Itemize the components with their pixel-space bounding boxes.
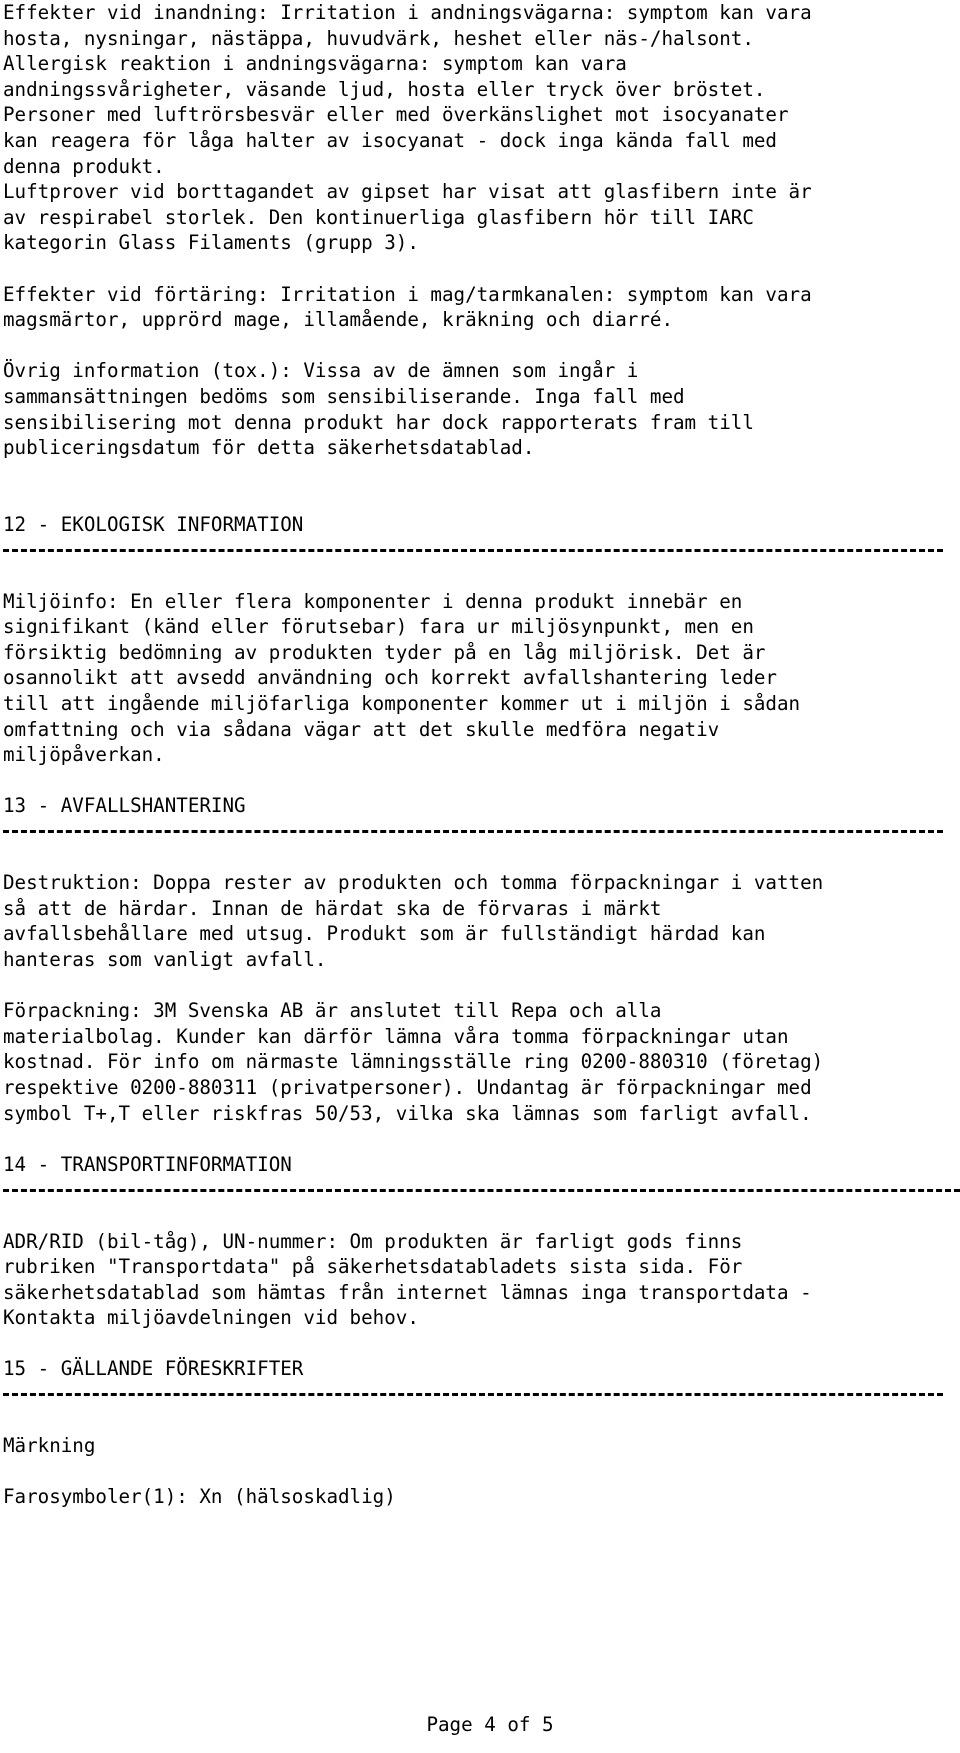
paragraph-line: Kontakta miljöavdelningen vid behov. [3,1306,419,1330]
paragraph-line: säkerhetsdatablad som hämtas från intern… [3,1280,812,1304]
dashed-rule [3,1188,960,1192]
paragraph-line: kostnad. För info om närmaste lämningsst… [3,1050,824,1074]
paragraph-line: sammansättningen bedöms som sensibiliser… [3,384,685,408]
dashed-rule [3,830,943,834]
dashed-rule [3,548,943,552]
paragraph-line: så att de härdar. Innan de härdat ska de… [3,896,662,920]
paragraph-line: avfallsbehållare med utsug. Produkt som … [3,922,766,946]
paragraph-line: Övrig information (tox.): Vissa av de äm… [3,359,639,383]
paragraph-line: symbol T+,T eller riskfras 50/53, vilka … [3,1101,812,1125]
paragraph-line: Personer med luftrörsbesvär eller med öv… [3,103,789,127]
paragraph-line: denna produkt. [3,154,165,178]
paragraph-line: rubriken "Transportdata" på säkerhetsdat… [3,1255,743,1279]
paragraph-line: av respirabel storlek. Den kontinuerliga… [3,205,754,229]
dashed-rule [3,1393,943,1397]
section-heading-13: 13 - AVFALLSHANTERING [3,794,246,818]
paragraph-line: hosta, nysningar, nästäppa, huvudvärk, h… [3,26,754,50]
paragraph-line: publiceringsdatum för detta säkerhetsdat… [3,436,535,460]
paragraph-line: hanteras som vanligt avfall. [3,947,327,971]
section-heading-14: 14 - TRANSPORTINFORMATION [3,1152,292,1176]
paragraph-line: sensibilisering mot denna produkt har do… [3,410,754,434]
paragraph-line: Destruktion: Doppa rester av produkten o… [3,871,824,895]
paragraph-line: signifikant (känd eller förutsebar) fara… [3,615,754,639]
labelling-subheading: Märkning [3,1434,96,1458]
paragraph-line: miljöpåverkan. [3,743,165,767]
page-footer: Page 4 of 5 [426,1713,554,1736]
paragraph-line: andningssvårigheter, väsande ljud, hosta… [3,77,766,101]
paragraph-line: materialbolag. Kunder kan därför lämna v… [3,1024,789,1048]
paragraph-line: Effekter vid inandning: Irritation i and… [3,1,812,24]
paragraph-line: Effekter vid förtäring: Irritation i mag… [3,282,812,306]
paragraph-line: osannolikt att avsedd användning och kor… [3,666,777,690]
paragraph-line: Allergisk reaktion i andningsvägarna: sy… [3,52,627,76]
paragraph-line: Miljöinfo: En eller flera komponenter i … [3,589,743,613]
paragraph-line: till att ingående miljöfarliga komponent… [3,692,801,716]
paragraph-line: kan reagera för låga halter av isocyanat… [3,128,777,152]
paragraph-line: försiktig bedömning av produkten tyder p… [3,640,766,664]
paragraph-line: kategorin Glass Filaments (grupp 3). [3,231,419,255]
section-heading-15: 15 - GÄLLANDE FÖRESKRIFTER [3,1357,304,1381]
section-separator [3,537,960,563]
paragraph-line: Luftprover vid borttagandet av gipset ha… [3,180,812,204]
section-heading-12: 12 - EKOLOGISK INFORMATION [3,512,304,536]
paragraph-line: ADR/RID (bil-tåg), UN-nummer: Om produkt… [3,1229,743,1253]
document-page: Effekter vid inandning: Irritation i and… [0,0,960,1753]
hazard-symbols-line: Farosymboler(1): Xn (hälsoskadlig) [3,1485,396,1509]
paragraph-line: Förpackning: 3M Svenska AB är anslutet t… [3,999,662,1023]
document-text-body: Effekter vid inandning: Irritation i and… [3,0,960,1510]
paragraph-line: omfattning och via sådana vägar att det … [3,717,720,741]
section-separator [3,1382,960,1408]
paragraph-line: magsmärtor, upprörd mage, illamående, kr… [3,308,674,332]
paragraph-line: respektive 0200-880311 (privatpersoner).… [3,1075,812,1099]
section-separator [3,1177,960,1203]
section-separator [3,819,960,845]
